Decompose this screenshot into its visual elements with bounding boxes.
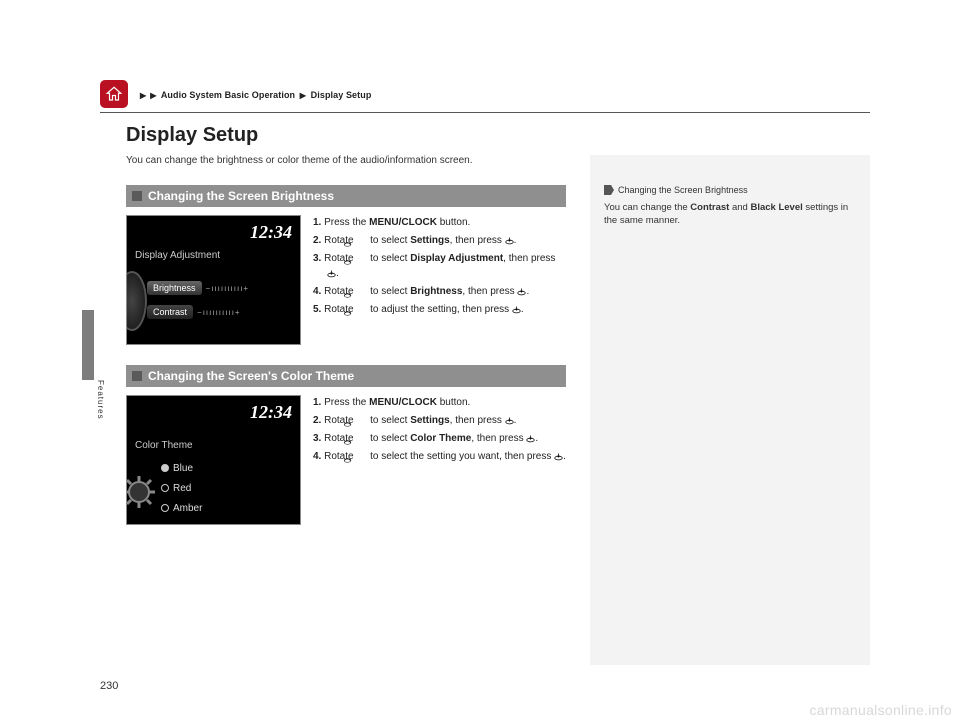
triangle-icon: ▶ — [140, 91, 146, 100]
step-item: 2. Rotate to select Settings, then press… — [313, 413, 566, 428]
gear-icon — [126, 474, 157, 510]
home-button[interactable] — [100, 80, 128, 108]
screenshot-display-adjustment: 12:34 Display Adjustment Brightness −ııı… — [126, 215, 301, 345]
press-knob-icon — [505, 235, 514, 246]
divider — [100, 112, 870, 113]
intro-text: You can change the brightness or color t… — [126, 155, 473, 166]
main-content: Changing the Screen Brightness 12:34 Dis… — [126, 185, 566, 545]
section-body-brightness: 12:34 Display Adjustment Brightness −ııı… — [126, 215, 566, 345]
press-knob-icon — [505, 415, 514, 426]
row-label: Brightness — [147, 281, 202, 295]
page-title: Display Setup — [126, 124, 258, 147]
section-heading-text: Changing the Screen Brightness — [148, 189, 334, 203]
rotate-knob-icon — [356, 254, 367, 263]
screenshot-color-theme: 12:34 Color Theme Blue Red Amber — [126, 395, 301, 525]
press-knob-icon — [327, 268, 336, 279]
step-item: 3. Rotate to select Color Theme, then pr… — [313, 431, 566, 446]
screen-row-contrast: Contrast −ıııııııııı+ — [147, 302, 241, 322]
triangle-icon: ▶ — [300, 91, 306, 100]
screen-title: Color Theme — [135, 440, 193, 451]
dial-icon — [126, 271, 147, 331]
rotate-knob-icon — [356, 434, 367, 443]
step-item: 3. Rotate to select Display Adjustment, … — [313, 251, 566, 281]
note-heading: Changing the Screen Brightness — [604, 185, 856, 195]
features-tab-label: Features — [96, 380, 105, 420]
press-knob-icon — [554, 451, 563, 462]
slider-text: −ıııııııııı+ — [197, 308, 241, 317]
square-icon — [132, 191, 142, 201]
step-item: 4. Rotate to select the setting you want… — [313, 449, 566, 464]
home-icon — [105, 85, 123, 103]
square-icon — [132, 371, 142, 381]
section-body-color-theme: 12:34 Color Theme Blue Red Amber 1. Pres… — [126, 395, 566, 525]
steps-color-theme: 1. Press the MENU/CLOCK button. 2. Rotat… — [313, 395, 566, 525]
slider-text: −ıııııııııı+ — [206, 284, 250, 293]
breadcrumb-part: Audio System Basic Operation — [161, 90, 295, 100]
radio-empty-icon — [161, 484, 169, 492]
press-knob-icon — [517, 286, 526, 297]
row-label: Contrast — [147, 305, 193, 319]
step-item: 2. Rotate to select Settings, then press… — [313, 233, 566, 248]
rotate-knob-icon — [356, 236, 367, 245]
note-body: You can change the Contrast and Black Le… — [604, 201, 856, 228]
rotate-knob-icon — [356, 416, 367, 425]
steps-brightness: 1. Press the MENU/CLOCK button. 2. Rotat… — [313, 215, 566, 345]
press-knob-icon — [526, 433, 535, 444]
rotate-knob-icon — [356, 305, 367, 314]
screen-row-brightness: Brightness −ıııııııııı+ — [147, 278, 249, 298]
features-tab — [82, 310, 94, 380]
section-heading-text: Changing the Screen's Color Theme — [148, 369, 354, 383]
radio-empty-icon — [161, 504, 169, 512]
rotate-knob-icon — [356, 287, 367, 296]
option-red: Red — [161, 478, 191, 498]
triangle-icon: ▶ — [150, 91, 156, 100]
section-heading-color-theme: Changing the Screen's Color Theme — [126, 365, 566, 387]
screen-title: Display Adjustment — [135, 250, 220, 261]
watermark: carmanualsonline.info — [810, 702, 953, 718]
breadcrumb-part: Display Setup — [311, 90, 372, 100]
press-knob-icon — [512, 304, 521, 315]
note-heading-text: Changing the Screen Brightness — [618, 185, 748, 195]
step-item: 5. Rotate to adjust the setting, then pr… — [313, 302, 566, 317]
step-item: 1. Press the MENU/CLOCK button. — [313, 215, 566, 230]
clock-text: 12:34 — [250, 222, 292, 243]
step-item: 4. Rotate to select Brightness, then pre… — [313, 284, 566, 299]
clock-text: 12:34 — [250, 402, 292, 423]
step-item: 1. Press the MENU/CLOCK button. — [313, 395, 566, 410]
radio-filled-icon — [161, 464, 169, 472]
page-number: 230 — [100, 680, 118, 692]
arrow-icon — [604, 185, 614, 195]
option-amber: Amber — [161, 498, 202, 518]
option-blue: Blue — [161, 458, 193, 478]
rotate-knob-icon — [356, 452, 367, 461]
section-heading-brightness: Changing the Screen Brightness — [126, 185, 566, 207]
sidebar-notes: Changing the Screen Brightness You can c… — [590, 155, 870, 665]
breadcrumb: ▶ ▶ Audio System Basic Operation ▶ Displa… — [138, 90, 371, 100]
